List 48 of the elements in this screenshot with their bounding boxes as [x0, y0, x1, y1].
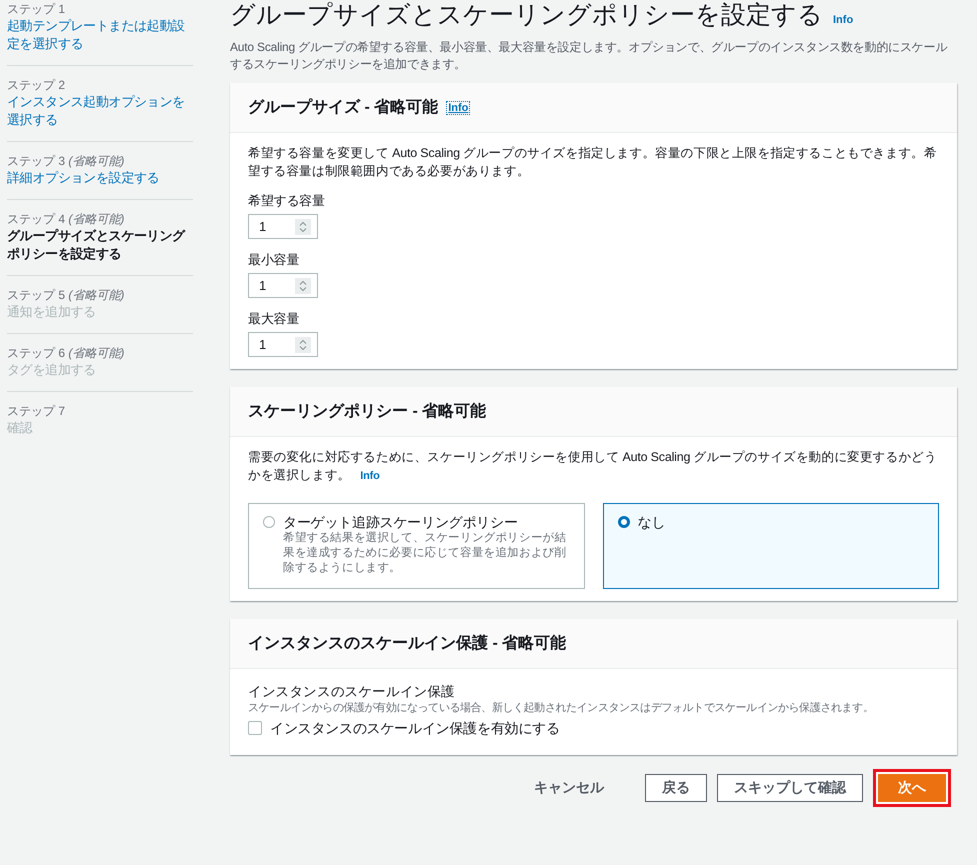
step-label: ステップ 5 (省略可能) [7, 287, 126, 303]
card-description: 需要の変化に対応するために、スケーリングポリシーを使用して Auto Scaling グループのサイズを動的に変更するかどうかを選択します。 Info [248, 449, 938, 484]
step-label: ステップ 2 [7, 77, 66, 93]
info-link[interactable]: Info [360, 470, 380, 482]
info-link[interactable]: Info [833, 5, 854, 35]
step-label: ステップ 3 (省略可能) [7, 153, 126, 169]
card-description: 希望する容量を変更して Auto Scaling グループのサイズを指定します。容量の下限と上限を指定することもできます。希望する容量は制限範囲内である必要があります。 [248, 145, 938, 180]
info-link[interactable]: Info [446, 100, 470, 114]
step-title[interactable]: インスタンス起動オプションを選択する [7, 93, 193, 129]
spinner-icon[interactable] [295, 218, 311, 234]
card-title: スケーリングポリシー - 省略可能 [248, 402, 486, 422]
step-label: ステップ 6 (省略可能) [7, 345, 126, 361]
step-title[interactable]: 詳細オプションを設定する [7, 169, 193, 187]
card-title: インスタンスのスケールイン保護 - 省略可能 [248, 633, 566, 654]
option-title: ターゲット追跡スケーリングポリシー [283, 513, 519, 531]
action-button[interactable]: スキップして確認 [717, 774, 863, 802]
field-label: 最大容量 [248, 310, 300, 328]
number-field[interactable]: 1 [248, 214, 318, 239]
radio-icon[interactable] [263, 516, 275, 528]
step-label: ステップ 7 [7, 403, 66, 419]
policy-option[interactable]: ターゲット追跡スケーリングポリシー 希望する結果を選択して、スケーリングポリシーが結果を達成するために必要に応じて容量を追加および削除するようにします。 [248, 503, 584, 589]
card-title: グループサイズ - 省略可能 [248, 97, 438, 118]
option-description: 希望する結果を選択して、スケーリングポリシーが結果を達成するために必要に応じて容量を追加および削除するようにします。 [283, 531, 568, 576]
spinner-icon[interactable] [295, 278, 311, 294]
scale-in-checkbox[interactable]: インスタンスのスケールイン保護を有効にする [248, 719, 939, 737]
step-title: グループサイズとスケーリングポリシーを設定する [7, 227, 186, 263]
number-field[interactable]: 1 [248, 273, 318, 298]
step-title: 確認 [7, 419, 34, 437]
step-label: ステップ 1 [7, 1, 66, 17]
field-label: 希望する容量 [248, 192, 326, 210]
checkbox-icon[interactable] [248, 721, 262, 735]
number-field[interactable]: 1 [248, 332, 318, 357]
step-title[interactable]: 起動テンプレートまたは起動設定を選択する [7, 17, 193, 53]
option-title: なし [638, 513, 666, 531]
field-label: インスタンスのスケールイン保護 [248, 683, 456, 701]
action-button[interactable]: 戻る [645, 774, 707, 802]
radio-icon[interactable] [618, 516, 630, 528]
checkbox-label: インスタンスのスケールイン保護を有効にする [270, 719, 560, 737]
page-description: Auto Scaling グループの希望する容量、最小容量、最大容量を設定します。オプションで、グループのインスタンス数を動的にスケールするスケーリングポリシーを追加できます。 [230, 39, 948, 73]
step-title: 通知を追加する [7, 303, 97, 321]
field-description: スケールインからの保護が有効になっている場合、新しく起動されたインスタンスはデフォルトでスケールインから保護されます。 [248, 701, 874, 715]
cancel-link[interactable]: キャンセル [517, 774, 621, 802]
step-label: ステップ 4 (省略可能) [7, 211, 126, 227]
field-label: 最小容量 [248, 251, 300, 269]
spinner-icon[interactable] [295, 336, 311, 352]
policy-option[interactable]: なし [602, 503, 939, 589]
page-title: グループサイズとスケーリングポリシーを設定する [230, 0, 823, 30]
step-title: タグを追加する [7, 361, 97, 379]
